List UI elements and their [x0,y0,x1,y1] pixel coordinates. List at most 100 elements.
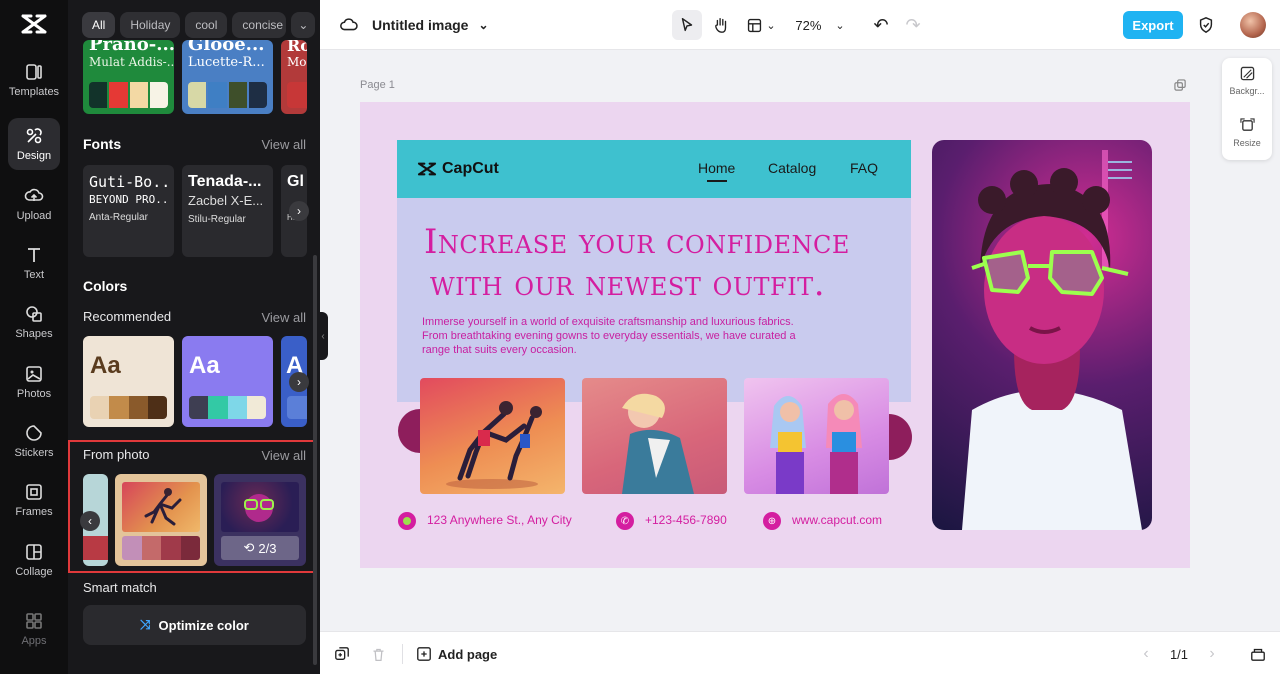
dancers-photo[interactable] [420,378,565,494]
chip-concise[interactable]: concise [232,12,287,38]
contact-website[interactable]: www.capcut.com [792,513,882,527]
font-card[interactable]: Tenada-... Zacbel X-E... Stilu-Regular [182,165,273,257]
theme-card[interactable]: Prano-... Mulat Addis-... [83,40,174,114]
pointer-icon [681,17,693,32]
hand-icon [715,18,727,33]
from-photo-view-all[interactable]: View all [261,448,306,463]
rail-label: Templates [8,86,60,98]
body-copy[interactable]: Immerse yourself in a world of exquisite… [422,315,802,357]
hand-tool-button[interactable] [706,10,736,40]
contact-address[interactable]: 123 Anywhere St., Any City [427,513,572,527]
apps-icon [26,613,42,629]
photo-palette-card-selected[interactable]: ⟲ 2/3 [214,474,306,566]
photo-palette-card[interactable] [115,474,207,566]
chip-holiday[interactable]: Holiday [120,12,181,38]
color-card[interactable]: Aa [182,336,273,427]
capcut-logo[interactable] [20,12,48,36]
design-canvas[interactable]: CapCut Home Catalog FAQ Increase your co… [360,102,1190,568]
panel-scrollbar[interactable] [313,255,317,665]
rail-apps[interactable]: Apps [8,603,60,655]
fonts-title: Fonts [83,136,122,152]
rail-upload[interactable]: Upload [8,178,60,230]
capcut-brand[interactable]: CapCut [417,160,499,178]
bottom-bar: Add page ‹ 1/1 › [320,631,1280,674]
chip-cool[interactable]: cool [185,12,228,38]
chips-more-button[interactable]: ⌄ [291,12,316,38]
fonts-next-button[interactable]: › [289,201,309,221]
rail-photos[interactable]: Photos [8,356,60,408]
zoom-value: 72% [795,17,822,33]
design-icon [26,128,42,144]
color-card[interactable]: Aa [83,336,174,427]
color-card-label: Aa [189,352,220,379]
prev-page-button[interactable]: ‹ [1136,643,1156,665]
export-button[interactable]: Export [1123,11,1183,39]
nav-home-underline [706,180,727,182]
fonts-view-all[interactable]: View all [261,137,306,152]
shield-button[interactable] [1194,13,1218,37]
font-card-line1: Tenada-... [188,173,262,190]
font-card-line3: Stilu-Regular [188,214,246,225]
colors-title: Colors [83,278,128,294]
rail-text[interactable]: Text [8,237,60,289]
contact-phone[interactable]: +123-456-7890 [645,513,727,527]
theme-card-name: Prano-... [89,40,174,55]
nav-catalog[interactable]: Catalog [768,160,816,176]
nav-home[interactable]: Home [698,160,735,182]
colors-view-all[interactable]: View all [261,310,306,325]
top-bar: Untitled image ⌄ ⌄ 72% ⌄ ↶ ↷ Export [320,0,1280,50]
background-tool[interactable]: Backgr... [1222,66,1272,106]
rail-design[interactable]: Design [8,118,60,170]
two-women-photo[interactable] [744,378,889,494]
smart-match-title: Smart match [83,580,157,595]
layers-icon [1251,648,1265,661]
add-page-icon [417,647,431,661]
nav-faq[interactable]: FAQ [850,160,878,176]
resize-tool[interactable]: Resize [1222,118,1272,158]
cloud-save-icon[interactable] [338,14,360,36]
color-swatches [287,396,307,419]
delete-button[interactable] [368,644,388,664]
rail-label: Apps [21,635,47,647]
panel-collapse-handle[interactable]: ‹ [318,312,328,360]
rail-templates[interactable]: Templates [8,54,60,106]
add-layer-button[interactable] [332,644,352,664]
rail-collage[interactable]: Collage [8,534,60,586]
phone-icon: ✆ [616,512,634,530]
zoom-dropdown[interactable]: 72% ⌄ [788,10,852,40]
photo-prev-button[interactable]: ‹ [80,511,100,531]
rail-label: Stickers [14,447,54,459]
upload-icon [24,188,44,201]
shapes-icon [26,306,42,322]
chip-all[interactable]: All [82,12,116,38]
avatar[interactable] [1240,12,1266,38]
optimize-color-button[interactable]: ⤨ Optimize color [83,605,306,645]
theme-card[interactable]: Ro Mo [281,40,307,114]
file-title-dropdown[interactable]: Untitled image ⌄ [372,14,489,36]
headline-line1[interactable]: Increase your confidence [424,222,850,262]
duplicate-page-icon[interactable] [1174,79,1188,93]
layout-dropdown[interactable]: ⌄ [742,10,780,40]
rail-shapes[interactable]: Shapes [8,296,60,348]
font-card[interactable]: Guti-Bo... BEYOND PRO... Anta-Regular [83,165,174,257]
templates-icon [26,64,42,80]
rail-stickers[interactable]: Stickers [8,415,60,467]
refresh-icon: ⟲ [243,540,255,555]
neon-portrait-photo[interactable] [932,140,1152,530]
headline-line2[interactable]: with our newest outfit. [430,264,825,304]
add-page-button[interactable]: Add page [416,643,497,665]
next-page-button[interactable]: › [1202,643,1222,665]
theme-card[interactable]: Glooe... Lucette-R... [182,40,273,114]
select-tool-button[interactable] [672,10,702,40]
resize-tool-label: Resize [1233,138,1261,148]
redo-button[interactable]: ↷ [900,10,926,40]
woman-denim-photo[interactable] [582,378,727,494]
color-swatches [90,396,167,419]
undo-button[interactable]: ↶ [868,10,894,40]
rail-frames[interactable]: Frames [8,474,60,526]
text-icon [28,248,40,262]
rail-label: Shapes [15,328,53,340]
palette-counter[interactable]: ⟲ 2/3 [221,536,299,560]
pages-panel-button[interactable] [1248,644,1268,664]
colors-next-button[interactable]: › [289,372,309,392]
